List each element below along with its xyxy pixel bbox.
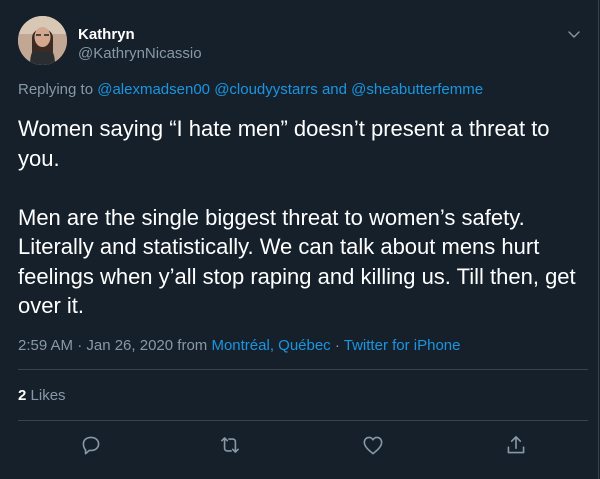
author-display-name[interactable]: Kathryn — [78, 26, 135, 43]
meta-separator: · — [334, 337, 340, 354]
tweet-metadata: 2:59 AM · Jan 26, 2020 from Montréal, Qu… — [18, 337, 460, 354]
reply-icon[interactable] — [78, 432, 104, 458]
divider — [18, 369, 588, 370]
avatar-image — [18, 16, 67, 65]
replying-to-line: Replying to @alexmadsen00 @cloudyystarrs… — [18, 81, 483, 98]
likes-count-link[interactable]: 2 Likes — [18, 387, 66, 404]
avatar[interactable] — [18, 16, 67, 65]
like-icon[interactable] — [360, 432, 386, 458]
tweet-paragraph: Men are the single biggest threat to wom… — [18, 204, 576, 319]
tweet-body: Women saying “I hate men” doesn’t presen… — [18, 114, 588, 321]
divider — [18, 420, 588, 421]
from-label: from — [177, 337, 208, 354]
mention-link[interactable]: @sheabutterfemme — [351, 81, 483, 98]
mention-link[interactable]: @cloudyystarrs — [214, 81, 318, 98]
chevron-down-icon[interactable] — [566, 26, 582, 42]
tweet-paragraph: Women saying “I hate men” doesn’t presen… — [18, 116, 550, 171]
mention-link[interactable]: @alexmadsen00 — [97, 81, 210, 98]
replying-to-label: Replying to — [18, 81, 94, 98]
tweet-card: Kathryn @KathrynNicassio Replying to @al… — [0, 0, 599, 479]
retweet-icon[interactable] — [217, 432, 243, 458]
mention-conjunction[interactable]: and — [322, 81, 347, 98]
likes-label: Likes — [30, 387, 66, 404]
timestamp[interactable]: 2:59 AM · Jan 26, 2020 — [18, 337, 173, 354]
source-link[interactable]: Twitter for iPhone — [344, 337, 461, 354]
location-link[interactable]: Montréal, Québec — [211, 337, 330, 354]
likes-count: 2 — [18, 387, 27, 404]
author-handle[interactable]: @KathrynNicassio — [78, 45, 202, 62]
share-icon[interactable] — [503, 432, 529, 458]
